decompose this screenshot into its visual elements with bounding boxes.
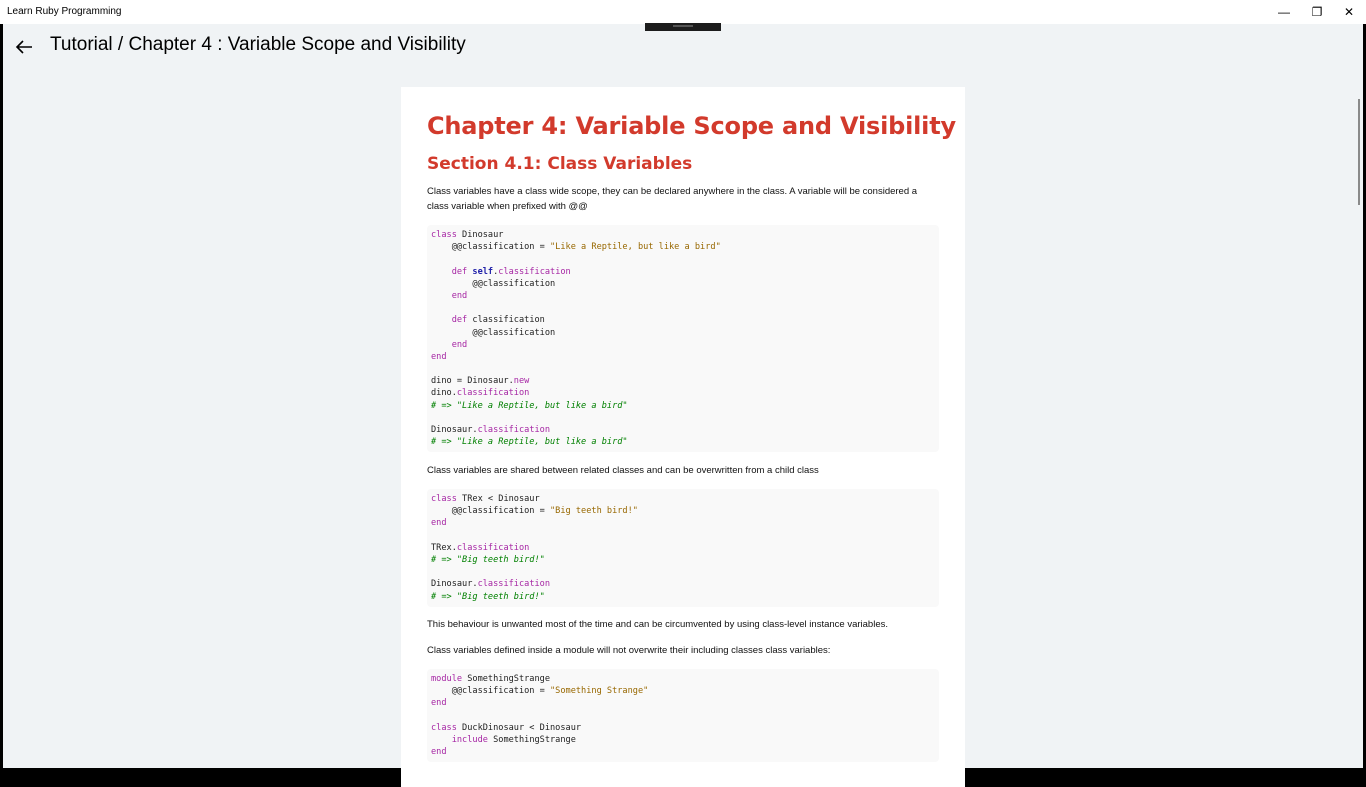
code-line: dino = Dinosaur.new <box>431 376 530 387</box>
code-line: end <box>431 698 447 709</box>
section-title: Section 4.1: Class Variables <box>427 154 693 174</box>
code-line: def classification <box>451 315 545 326</box>
title-bar: Learn Ruby Programming — ❐ ✕ <box>0 0 1366 24</box>
paragraph-4: Class variables defined inside a module … <box>427 645 831 656</box>
back-button[interactable] <box>10 34 38 60</box>
code-line: end <box>451 339 468 350</box>
tablet-mode-handle[interactable] <box>645 23 721 31</box>
code-line: @@classification <box>431 327 556 338</box>
paragraph-2: Class variables are shared between relat… <box>427 465 819 476</box>
code-line: Dinosaur.classification <box>431 425 551 435</box>
code-line: class Dinosaur <box>431 230 504 240</box>
app-content: Tutorial / Chapter 4 : Variable Scope an… <box>3 23 1363 787</box>
code-line: Dinosaur.classification <box>431 579 551 590</box>
code-line: end <box>431 351 447 362</box>
code-block-2: class TRex < Dinosaur @@classification =… <box>427 489 939 607</box>
code-line: end <box>451 290 468 301</box>
code-line: include SomethingStrange <box>451 734 576 745</box>
code-line: @@classification = "Big teeth bird!" <box>431 506 638 517</box>
code-line: class DuckDinosaur < Dinosaur <box>431 722 582 733</box>
code-line: # => "Like a Reptile, but like a bird" <box>431 437 628 448</box>
code-line: module SomethingStrange <box>431 674 551 684</box>
app-title: Learn Ruby Programming <box>7 6 122 17</box>
page-title: Tutorial / Chapter 4 : Variable Scope an… <box>50 34 466 55</box>
code-line: # => "Like a Reptile, but like a bird" <box>431 400 628 411</box>
code-line: TRex.classification <box>431 542 530 553</box>
code-line: end <box>431 747 447 758</box>
code-line: @@classification <box>431 278 556 289</box>
maximize-button[interactable]: ❐ <box>1301 0 1333 24</box>
code-block-3: module SomethingStrange @@classification… <box>427 669 939 763</box>
code-block-1: class Dinosaur @@classification = "Like … <box>427 225 939 453</box>
back-arrow-icon <box>15 40 32 54</box>
paragraph-3: This behaviour is unwanted most of the t… <box>427 619 888 630</box>
code-line: dino.classification <box>431 388 530 399</box>
code-line: class TRex < Dinosaur <box>431 494 540 504</box>
scrollbar-thumb[interactable] <box>1358 99 1360 205</box>
chapter-title: Chapter 4: Variable Scope and Visibility <box>427 112 956 140</box>
tutorial-document[interactable]: Chapter 4: Variable Scope and Visibility… <box>401 87 965 787</box>
code-line: end <box>431 518 447 529</box>
code-line: @@classification = "Something Strange" <box>431 686 649 697</box>
code-line: # => "Big teeth bird!" <box>431 591 545 602</box>
close-button[interactable]: ✕ <box>1333 0 1365 24</box>
code-line: @@classification = "Like a Reptile, but … <box>431 242 721 253</box>
code-line: def self.classification <box>451 266 571 277</box>
code-line: # => "Big teeth bird!" <box>431 554 545 565</box>
minimize-button[interactable]: — <box>1268 0 1300 24</box>
paragraph-1: Class variables have a class wide scope,… <box>427 186 918 212</box>
